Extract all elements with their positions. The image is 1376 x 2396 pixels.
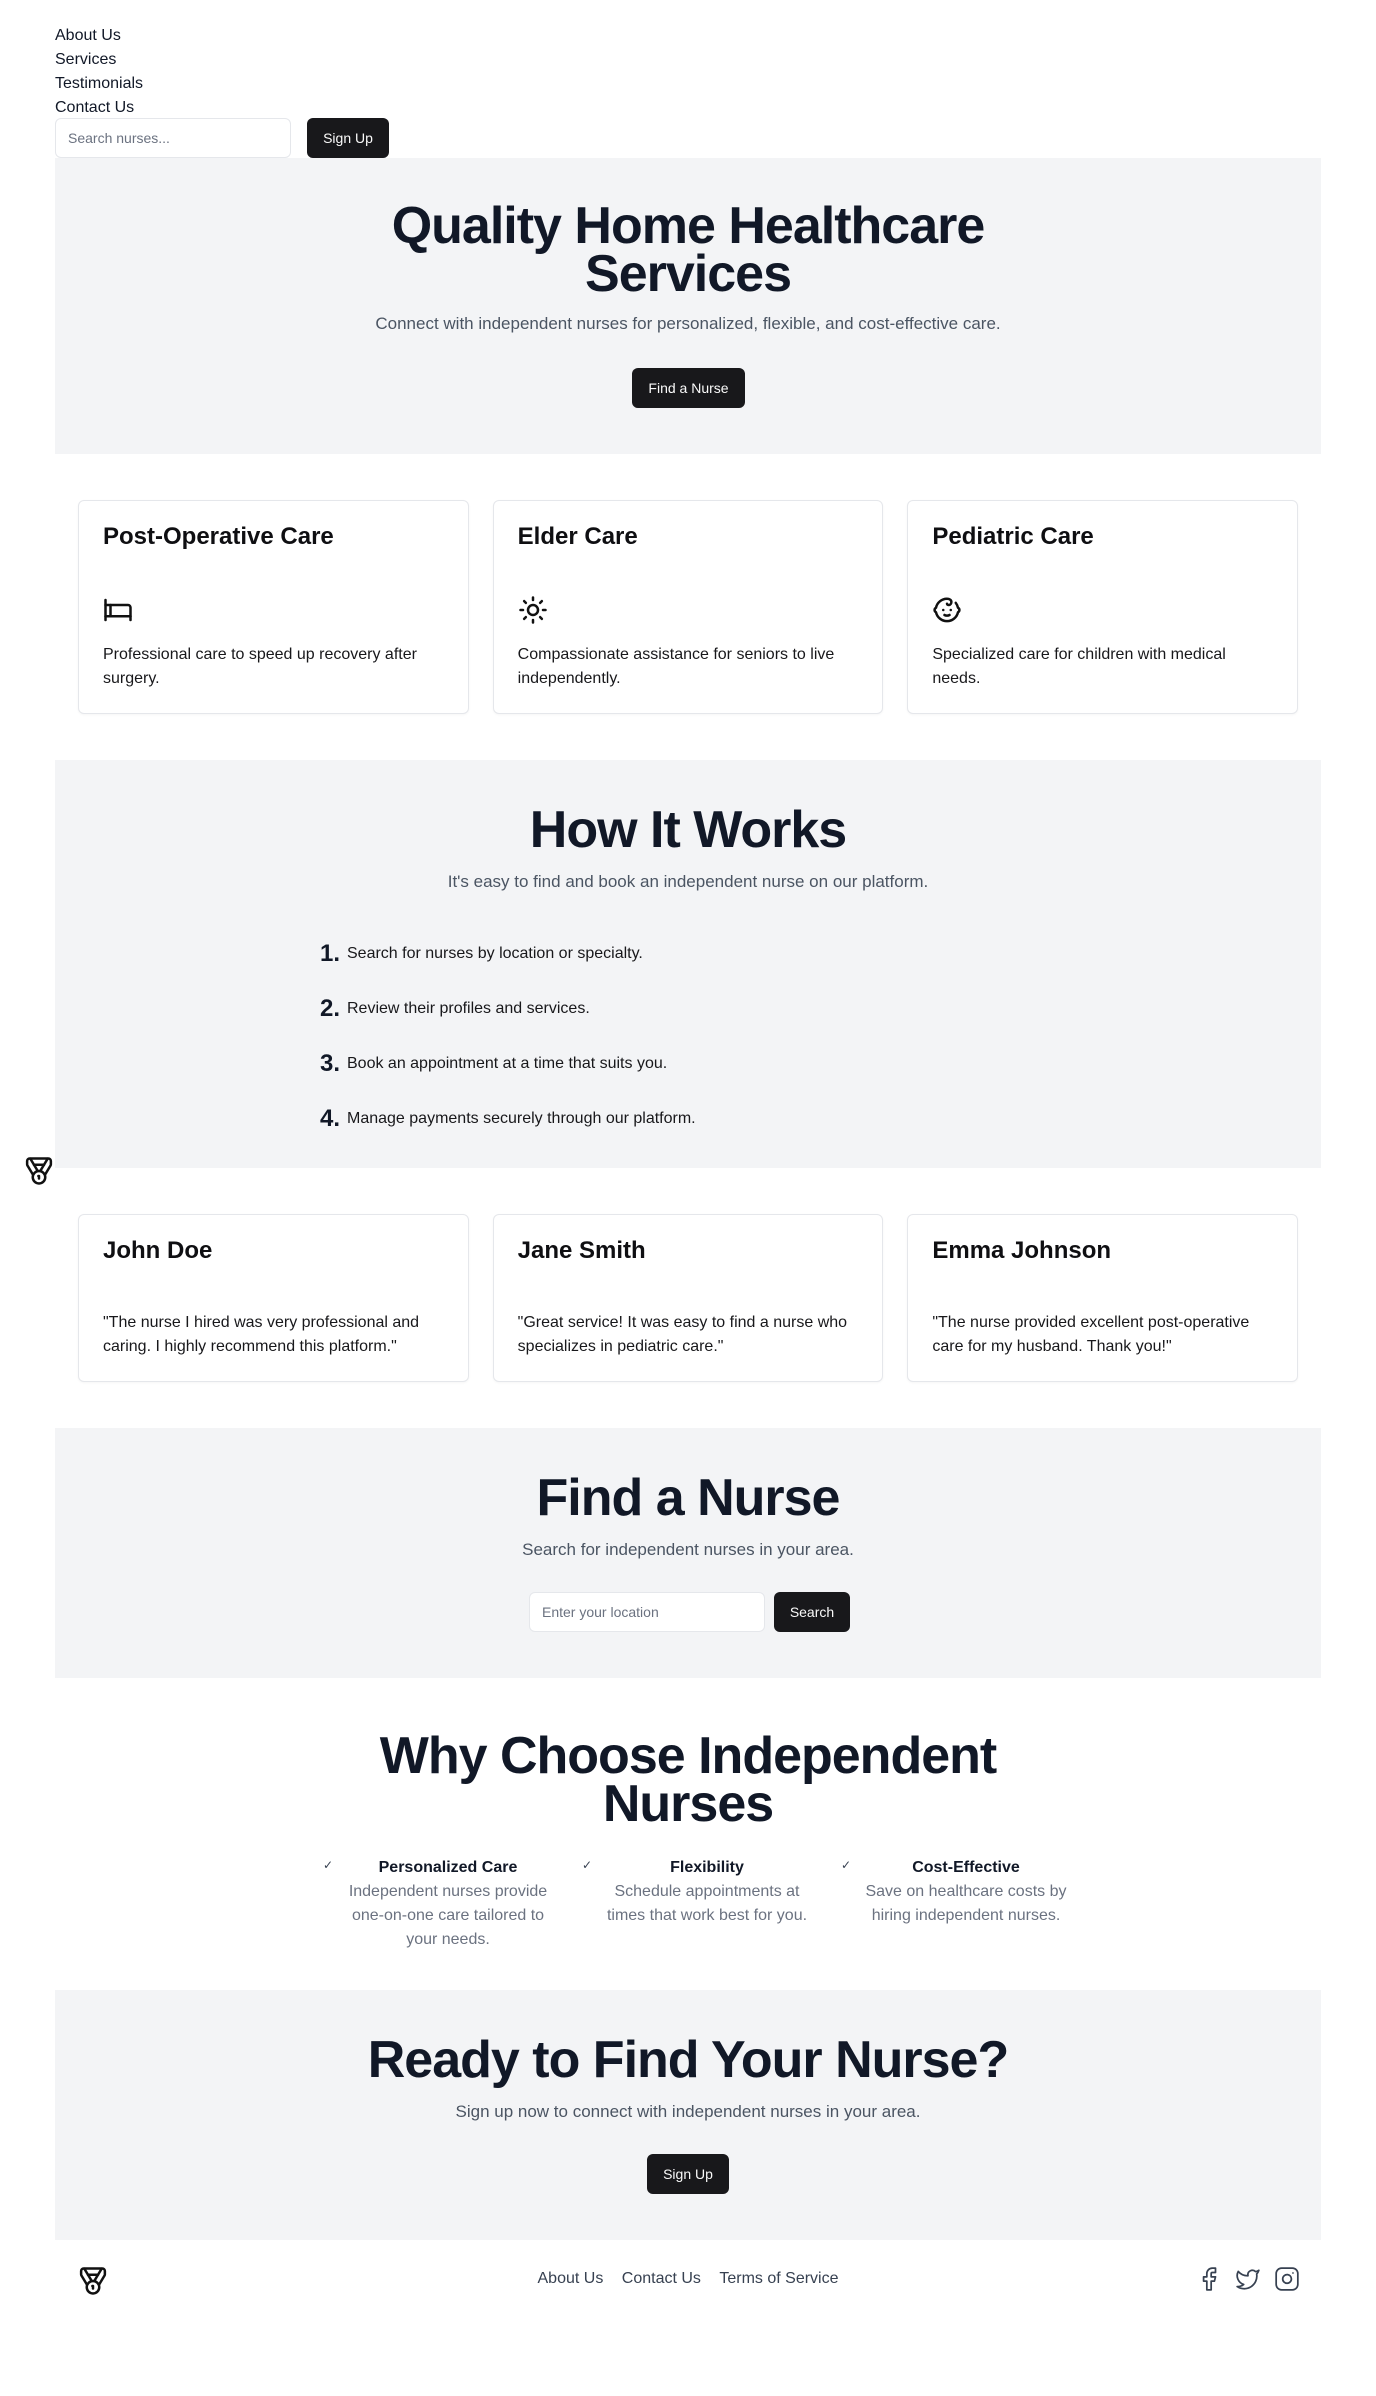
testimonial-card: Emma Johnson "The nurse provided excelle…	[907, 1214, 1299, 1382]
step-text: Manage payments securely through our pla…	[347, 1109, 696, 1127]
feature-description: Independent nurses provide one-on-one ca…	[348, 1883, 548, 1948]
social-links	[1196, 2266, 1300, 2292]
service-description: Specialized care for children with medic…	[932, 646, 1226, 687]
hero-title-line2: Services	[585, 245, 792, 303]
service-title: Post-Operative Care	[103, 523, 334, 550]
header-actions: Sign Up	[55, 118, 389, 158]
feature-title: Flexibility	[670, 1859, 744, 1876]
hero-subtitle: Connect with independent nurses for pers…	[375, 314, 1001, 333]
service-title: Elder Care	[517, 523, 638, 550]
footer-link-contact-us[interactable]: Contact Us	[622, 2270, 701, 2287]
service-description: Compassionate assistance for seniors to …	[517, 646, 835, 687]
step-text: Search for nurses by location or special…	[347, 944, 643, 962]
hero-section: Quality Home Healthcare Services Connect…	[55, 158, 1321, 454]
baby-icon	[933, 597, 961, 623]
sun-icon	[518, 596, 547, 624]
nav-about-us[interactable]: About Us	[55, 24, 143, 48]
testimonial-quote: "The nurse I hired was very professional…	[103, 1314, 420, 1355]
why-choose-section: Why Choose Independent Nurses ✓ Personal…	[55, 1718, 1321, 1968]
check-icon: ✓	[581, 1858, 593, 1872]
bed-icon	[104, 598, 132, 622]
feature-description: Schedule appointments at times that work…	[606, 1883, 808, 1924]
nav-services[interactable]: Services	[55, 48, 143, 72]
footer-links: About Us Contact Us Terms of Service	[0, 2270, 1376, 2288]
cta-title: Ready to Find Your Nurse?	[367, 2031, 1010, 2089]
step-item: 2. Review their profiles and services.	[313, 981, 696, 1036]
service-description: Professional care to speed up recovery a…	[103, 646, 417, 687]
service-card-pediatric: Pediatric Care Specialized care for chil…	[907, 500, 1299, 714]
step-item: 4. Manage payments securely through our …	[313, 1091, 696, 1146]
find-subtitle: Search for independent nurses in your ar…	[522, 1540, 854, 1559]
why-title: Why Choose Independent Nurses	[55, 1730, 1321, 1830]
hero-title: Quality Home Healthcare Services	[55, 200, 1321, 300]
testimonials-section: John Doe "The nurse I hired was very pro…	[78, 1214, 1299, 1382]
feature-item: ✓ Flexibility Schedule appointments at t…	[572, 1856, 831, 1952]
step-number: 3.	[319, 1049, 340, 1077]
search-button[interactable]: Search	[774, 1592, 850, 1632]
footer-link-about-us[interactable]: About Us	[538, 2270, 604, 2287]
testimonial-name: Jane Smith	[517, 1237, 646, 1264]
service-title: Pediatric Care	[932, 523, 1094, 550]
medal-icon	[25, 1157, 53, 1185]
testimonial-card: Jane Smith "Great service! It was easy t…	[492, 1214, 884, 1382]
nav-testimonials[interactable]: Testimonials	[55, 72, 143, 96]
step-item: 1. Search for nurses by location or spec…	[313, 926, 696, 981]
cta-section: Ready to Find Your Nurse? Sign up now to…	[55, 1990, 1321, 2240]
step-text: Review their profiles and services.	[347, 999, 590, 1017]
cta-subtitle: Sign up now to connect with independent …	[455, 2102, 921, 2121]
feature-item: ✓ Personalized Care Independent nurses p…	[313, 1856, 572, 1952]
find-title: Find a Nurse	[536, 1469, 841, 1527]
facebook-icon[interactable]	[1196, 2266, 1222, 2292]
twitter-icon[interactable]	[1235, 2266, 1261, 2292]
find-a-nurse-button[interactable]: Find a Nurse	[632, 368, 745, 408]
location-search-form: Search	[529, 1592, 850, 1632]
testimonial-name: Emma Johnson	[932, 1237, 1112, 1264]
main-nav: About Us Services Testimonials Contact U…	[55, 24, 143, 120]
feature-description: Save on healthcare costs by hiring indep…	[865, 1883, 1067, 1924]
service-card-post-operative: Post-Operative Care Professional care to…	[78, 500, 469, 714]
step-text: Book an appointment at a time that suits…	[347, 1054, 668, 1072]
instagram-icon[interactable]	[1274, 2266, 1300, 2292]
location-input[interactable]	[529, 1592, 765, 1632]
testimonial-name: John Doe	[103, 1237, 213, 1264]
cta-signup-button[interactable]: Sign Up	[647, 2154, 729, 2194]
testimonial-card: John Doe "The nurse I hired was very pro…	[78, 1214, 469, 1382]
header-signup-button[interactable]: Sign Up	[307, 118, 389, 158]
feature-title: Personalized Care	[378, 1859, 518, 1876]
search-nurses-input[interactable]	[55, 118, 291, 158]
step-number: 2.	[319, 994, 340, 1022]
feature-item: ✓ Cost-Effective Save on healthcare cost…	[831, 1856, 1090, 1952]
check-icon: ✓	[322, 1858, 334, 1872]
footer-link-terms[interactable]: Terms of Service	[719, 2270, 838, 2287]
features-list: ✓ Personalized Care Independent nurses p…	[313, 1856, 1090, 1952]
how-it-works-section: How It Works It's easy to find and book …	[55, 760, 1321, 1168]
steps-list: 1. Search for nurses by location or spec…	[313, 926, 696, 1146]
step-number: 1.	[319, 939, 340, 967]
services-section: Post-Operative Care Professional care to…	[78, 500, 1299, 714]
step-number: 4.	[319, 1104, 340, 1132]
how-subtitle: It's easy to find and book an independen…	[447, 872, 929, 891]
how-title: How It Works	[529, 801, 847, 859]
check-icon: ✓	[840, 1858, 852, 1872]
service-card-elder: Elder Care Compassionate assistance for …	[492, 500, 884, 714]
testimonial-quote: "The nurse provided excellent post-opera…	[932, 1314, 1250, 1355]
step-item: 3. Book an appointment at a time that su…	[313, 1036, 696, 1091]
nav-contact-us[interactable]: Contact Us	[55, 96, 143, 120]
why-title-line2: Nurses	[602, 1775, 774, 1833]
find-nurse-section: Find a Nurse Search for independent nurs…	[55, 1428, 1321, 1678]
testimonial-quote: "Great service! It was easy to find a nu…	[517, 1314, 848, 1355]
feature-title: Cost-Effective	[912, 1859, 1020, 1876]
